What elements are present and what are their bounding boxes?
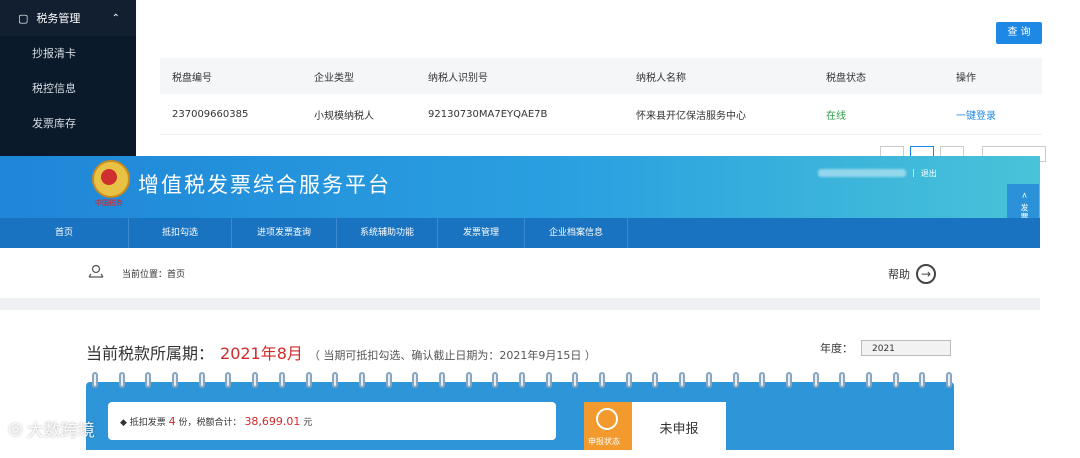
deduct-unit: 元 — [303, 418, 313, 428]
column-header: 纳税人名称 — [636, 72, 686, 84]
watermark-text: 大数跨境 — [26, 421, 95, 441]
section-divider — [0, 298, 1040, 310]
deduct-amount: 38,699.01 — [244, 415, 301, 428]
column-header: 操作 — [956, 72, 976, 84]
watermark: ◎ 大数跨境 — [8, 416, 95, 442]
user-separator: | — [912, 168, 915, 177]
user-area: | 退出 — [818, 168, 937, 179]
year-input[interactable]: 2021 — [861, 340, 951, 356]
building-icon: ▢ — [18, 11, 29, 25]
breadcrumb-bar: 当前位置：首页 帮助 → — [0, 248, 1040, 298]
period-label: 当前税款所属期： — [86, 344, 215, 363]
help-label: 帮助 — [888, 268, 910, 281]
table-row: 237009660385 小规模纳税人 92130730MA7EYQAE7B 怀… — [160, 94, 1042, 135]
one-click-login-link[interactable]: 一键登录 — [956, 107, 1042, 122]
disk-table: 税盘编号 企业类型 纳税人识别号 纳税人名称 税盘状态 操作 237009660… — [160, 58, 1042, 135]
column-header: 税盘状态 — [826, 72, 866, 84]
platform-title: 增值税发票综合服务平台 — [138, 173, 391, 197]
nav-deduction-select[interactable]: 抵扣勾选 — [129, 218, 232, 248]
sidebar-item-tax-control[interactable]: 税控信息 — [0, 71, 136, 106]
user-group-icon — [596, 408, 618, 430]
declare-status: 未申报 — [632, 402, 726, 450]
nav-home[interactable]: 首页 — [0, 218, 129, 248]
disk-number: 237009660385 — [172, 108, 249, 120]
sidebar-item-invoice-stock[interactable]: 发票库存 — [0, 106, 136, 141]
location-icon — [88, 264, 104, 278]
user-name-redacted — [818, 169, 906, 177]
nav-input-invoice-query[interactable]: 进项发票查询 — [232, 218, 337, 248]
deduct-count: 4 — [168, 415, 176, 428]
period-value: 2021年8月 — [220, 344, 303, 363]
query-button[interactable]: 查 询 — [996, 22, 1042, 44]
sidebar-group-label: 税务管理 — [36, 12, 81, 25]
watermark-icon: ◎ — [8, 418, 23, 439]
breadcrumb: 当前位置：首页 — [122, 270, 186, 280]
tax-period: 当前税款所属期： 2021年8月 （ 当期可抵扣勾选、确认截止日期为：2021年… — [86, 340, 596, 364]
year-selector: 年度： 2021 — [820, 340, 951, 356]
enterprise-type: 小规模纳税人 — [314, 110, 374, 122]
column-header: 纳税人识别号 — [428, 72, 488, 84]
year-label: 年度： — [820, 342, 853, 355]
tax-emblem-logo: 中国税务 — [88, 160, 130, 207]
disk-status: 在线 — [826, 110, 846, 122]
taxpayer-name: 怀来县开亿保洁服务中心 — [636, 110, 746, 122]
arrow-right-icon: → — [916, 264, 936, 284]
column-header: 企业类型 — [314, 72, 354, 84]
sidebar-group-tax-management[interactable]: ▢ 税务管理 ⌃ — [0, 0, 136, 36]
deduct-prefix: ◆ 抵扣发票 — [120, 418, 166, 428]
sidebar: ▢ 税务管理 ⌃ 抄报清卡 税控信息 发票库存 — [0, 0, 136, 160]
chevron-up-icon: ⌃ — [111, 12, 120, 24]
emblem-motto: 中国税务 — [95, 199, 123, 207]
platform-header: 中国税务 增值税发票综合服务平台 | 退出 — [0, 156, 1040, 218]
deduct-mid: 份，税额合计： — [178, 418, 242, 428]
logout-link[interactable]: 退出 — [921, 168, 937, 179]
period-note: （ 当期可抵扣勾选、确认截止日期为：2021年9月15日 ） — [308, 349, 596, 362]
table-header: 税盘编号 企业类型 纳税人识别号 纳税人名称 税盘状态 操作 — [160, 58, 1042, 94]
deduction-summary-card: ◆ 抵扣发票 4 份，税额合计： 38,699.01 元 — [108, 402, 556, 440]
declare-status-tile[interactable]: 申报状态 — [584, 402, 632, 450]
taxpayer-id: 92130730MA7EYQAE7B — [428, 108, 548, 120]
calendar-rings — [92, 372, 952, 392]
declare-label: 申报状态 — [588, 437, 620, 446]
nav-invoice-management[interactable]: 发票管理 — [438, 218, 525, 248]
column-header: 税盘编号 — [172, 72, 212, 84]
sidebar-item-report[interactable]: 抄报清卡 — [0, 36, 136, 71]
help-button[interactable]: 帮助 → — [888, 264, 936, 284]
nav-system-tools[interactable]: 系统辅助功能 — [337, 218, 438, 248]
main-nav: 首页 抵扣勾选 进项发票查询 系统辅助功能 发票管理 企业档案信息 — [0, 218, 1040, 248]
nav-enterprise-profile[interactable]: 企业档案信息 — [525, 218, 628, 248]
